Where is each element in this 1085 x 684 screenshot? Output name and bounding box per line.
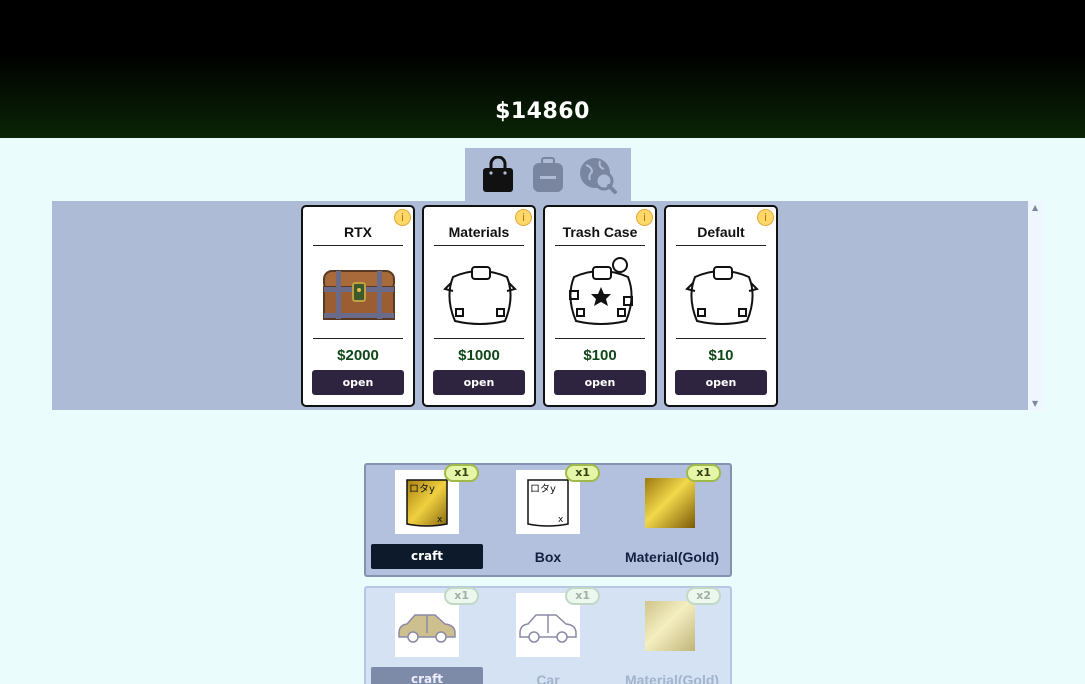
sack-icon	[685, 266, 759, 325]
tab-inventory[interactable]	[528, 155, 568, 195]
case-title: Materials	[448, 224, 510, 240]
case-title: RTX	[344, 224, 372, 240]
recipe-ingredient-box[interactable]: ロタy x x1	[516, 464, 600, 534]
open-case-button[interactable]: open	[312, 370, 404, 395]
svg-text:ロタy: ロタy	[409, 483, 435, 495]
shopping-bag-icon	[483, 155, 513, 192]
craft-button[interactable]: craft	[371, 544, 483, 569]
money-display: $14860	[495, 99, 590, 124]
recipe-ingredient-gold[interactable]: x2	[637, 587, 721, 657]
globe-search-icon	[580, 157, 617, 194]
svg-text:x: x	[437, 515, 443, 525]
quantity-badge: x1	[444, 587, 479, 605]
craft-button[interactable]: craft	[371, 667, 483, 684]
shop-scrollbar[interactable]: ▲ ▼	[1028, 201, 1044, 410]
case-card-materials: i Materials $1000 open	[422, 205, 536, 407]
treasure-chest-icon	[323, 270, 395, 320]
svg-text:ロタy: ロタy	[530, 483, 556, 495]
divider	[555, 338, 645, 339]
case-price: $1000	[458, 347, 500, 364]
ingredient-label: Material(Gold)	[624, 549, 720, 565]
case-title: Trash Case	[562, 224, 638, 240]
recipe-result-slot[interactable]: x1	[395, 587, 479, 657]
scroll-down-icon[interactable]: ▼	[1032, 399, 1038, 408]
craft-recipe-locked: x1 x1 x2 craft Car Material(Gold)	[364, 586, 732, 684]
case-card-default: i Default $10 open	[664, 205, 778, 407]
case-price: $10	[708, 347, 734, 364]
quantity-badge: x2	[686, 587, 721, 605]
divider	[434, 338, 524, 339]
open-case-button[interactable]: open	[433, 370, 525, 395]
divider	[676, 245, 766, 246]
scroll-up-icon[interactable]: ▲	[1032, 203, 1038, 212]
quantity-badge: x1	[444, 464, 479, 482]
craft-recipe: ロタy x x1 ロタy x x1 x1 craft Box Material(…	[364, 463, 732, 577]
sack-icon	[443, 266, 517, 325]
case-price: $2000	[337, 347, 379, 364]
divider	[313, 245, 403, 246]
case-title: Default	[697, 224, 745, 240]
quantity-badge: x1	[686, 464, 721, 482]
divider	[555, 245, 645, 246]
divider	[676, 338, 766, 339]
ingredient-label: Car	[536, 672, 560, 684]
open-case-button[interactable]: open	[675, 370, 767, 395]
case-card-trash: i Trash Case $100 open	[543, 205, 657, 407]
tab-shop[interactable]	[478, 155, 518, 195]
ingredient-label: Material(Gold)	[624, 672, 720, 684]
top-bar: $14860	[0, 0, 1085, 138]
case-card-rtx: i RTX $2000 open	[301, 205, 415, 407]
quantity-badge: x1	[565, 587, 600, 605]
open-case-button[interactable]: open	[554, 370, 646, 395]
svg-text:x: x	[558, 515, 564, 525]
ingredient-label: Box	[534, 549, 562, 565]
shop-panel	[52, 201, 1028, 410]
quantity-badge: x1	[565, 464, 600, 482]
recipe-ingredient-gold[interactable]: x1	[637, 464, 721, 534]
case-price: $100	[583, 347, 617, 364]
backpack-icon	[533, 156, 563, 192]
tab-bar	[465, 148, 631, 201]
tab-explore[interactable]	[578, 155, 618, 195]
recipe-result-slot[interactable]: ロタy x x1	[395, 464, 479, 534]
divider	[313, 338, 403, 339]
recipe-ingredient-car[interactable]: x1	[516, 587, 600, 657]
divider	[434, 245, 524, 246]
trash-sack-icon	[569, 257, 633, 325]
